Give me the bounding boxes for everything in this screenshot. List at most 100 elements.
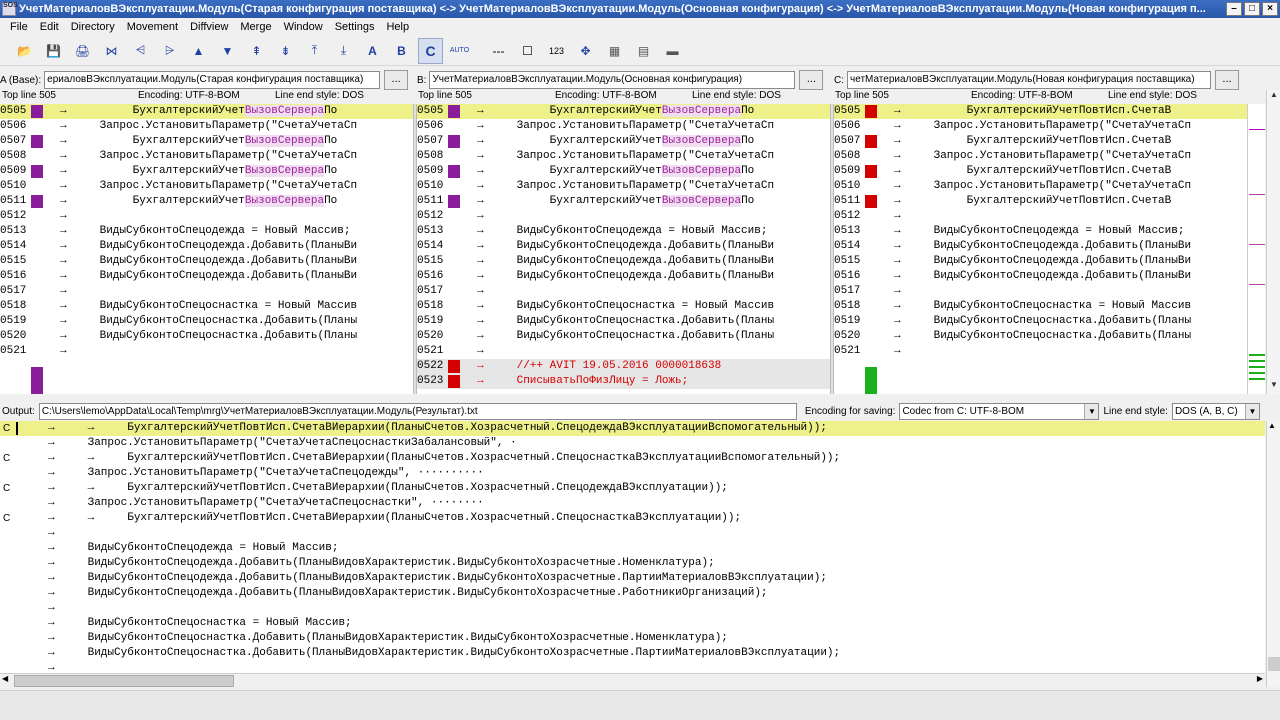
show-whitespace-chars-icon[interactable]: ☐ <box>515 38 540 64</box>
split-vertical-icon[interactable]: ▦ <box>602 38 627 64</box>
pane-a-editor[interactable]: 0505 → БухгалтерскийУчетВызовСервераПо 050… <box>0 104 413 394</box>
code-line: 0513 → ВидыСубконтоСпецодежда = Новый Мас… <box>0 224 413 239</box>
pane-a-line-end: Line end style: DOS <box>275 90 364 101</box>
pane-b-browse-button[interactable]: ... <box>799 70 824 90</box>
minimize-button[interactable]: – <box>1226 2 1242 16</box>
goto-prev-conflict-icon[interactable]: ▲ <box>186 38 211 64</box>
chevron-down-icon[interactable]: ▼ <box>1084 403 1099 419</box>
scroll-thumb[interactable] <box>1268 657 1280 671</box>
code-segment: → БухгалтерскийУчет <box>60 135 245 147</box>
code-text: → <box>477 284 484 299</box>
scroll-up-icon[interactable]: ▲ <box>1268 421 1276 430</box>
line-number: 0520 <box>417 330 444 342</box>
code-text: → Запрос.УстановитьПараметр("СчетаУчетаС… <box>477 149 774 164</box>
pane-c-editor[interactable]: 0505 → БухгалтерскийУчетПовтИсп.СчетаВ 050… <box>834 104 1247 394</box>
output-vertical-scrollbar[interactable]: ▲ <box>1266 421 1280 687</box>
choose-a-icon[interactable]: A <box>360 38 385 64</box>
menu-settings[interactable]: Settings <box>329 21 381 33</box>
encoding-select[interactable]: Codec from C: UTF-8-BOM ▼ <box>899 402 1100 420</box>
open-icon[interactable]: 📂 <box>12 38 37 64</box>
scroll-right-icon[interactable]: ▶ <box>1257 674 1263 683</box>
output-line: → <box>0 661 1265 673</box>
code-segment: → ВидыСубконтоСпецоснастка.Добавить(План… <box>477 330 775 342</box>
code-line: 0508 → Запрос.УстановитьПараметр("СчетаУч… <box>0 149 413 164</box>
goto-first-icon[interactable]: ⋈ <box>99 38 124 64</box>
menu-diffview[interactable]: Diffview <box>184 21 234 33</box>
chevron-down-icon[interactable]: ▼ <box>1244 403 1259 419</box>
menu-merge[interactable]: Merge <box>234 21 277 33</box>
output-line: → ВидыСубконтоСпецодежда.Добавить(ПланыВ… <box>0 586 1265 601</box>
output-path-input[interactable]: C:\Users\lemo\AppData\Local\Temp\mrg\Уче… <box>38 402 797 420</box>
pane-c-path-input[interactable]: четМатериаловВЭксплуатации.Модуль(Новая … <box>847 71 1211 89</box>
code-segment: → ВидыСубконтоСпецодежда.Добавить(ПланыВ… <box>477 240 775 252</box>
code-segment: → БухгалтерскийУчетПовтИсп.СчетаВ <box>894 135 1172 147</box>
code-segment: По <box>324 195 338 207</box>
menu-file[interactable]: File <box>4 21 34 33</box>
line-number: 0509 <box>417 165 444 177</box>
code-text: → ВидыСубконтоСпецодежда.Добавить(ПланыВ… <box>477 239 774 254</box>
menu-window[interactable]: Window <box>278 21 329 33</box>
pane-a-top-line: Top line 505 <box>2 90 56 101</box>
code-text: → ВидыСубконтоСпецоснастка.Добавить(План… <box>60 314 357 329</box>
line-end-select[interactable]: DOS (A, B, C) ▼ <box>1171 402 1260 420</box>
output-horizontal-scrollbar[interactable]: ◀ ▶ <box>0 673 1265 687</box>
code-line: 0507 → БухгалтерскийУчетПовтИсп.СчетаВ <box>834 134 1247 149</box>
goto-prev-delta-icon[interactable]: ⩤ <box>128 38 153 64</box>
menu-help[interactable]: Help <box>380 21 415 33</box>
panes-vertical-scrollbar[interactable]: ▲ ▼ <box>1266 90 1280 394</box>
goto-prev-unsolved-conflict-icon[interactable]: ⤒ <box>302 38 327 64</box>
word-wrap-icon[interactable]: ✥ <box>573 38 598 64</box>
code-segment: → ВидыСубконтоСпецодежда.Добавить(ПланыВ… <box>60 270 358 282</box>
output-line: C → → БухгалтерскийУчетПовтИсп.СчетаВИера… <box>0 481 1265 496</box>
maximize-button[interactable]: □ <box>1244 2 1260 16</box>
line-number: 0519 <box>417 315 444 327</box>
menu-movement[interactable]: Movement <box>121 21 184 33</box>
code-segment: По <box>741 105 755 117</box>
menu-directory[interactable]: Directory <box>65 21 121 33</box>
goto-next-unsolved-icon[interactable]: ⇟ <box>273 38 298 64</box>
split-horizontal-icon[interactable]: ▤ <box>631 38 656 64</box>
output-line: → ВидыСубконтоСпецодежда.Добавить(ПланыВ… <box>0 556 1265 571</box>
pane-a-path-input[interactable]: ериаловВЭксплуатации.Модуль(Старая конфи… <box>44 71 381 89</box>
title-bar: SOS УчетМатериаловВЭксплуатации.Модуль(С… <box>0 0 1280 18</box>
pane-b-header: B: УчетМатериаловВЭксплуатации.Модуль(Ос… <box>417 70 831 90</box>
code-text: → <box>60 284 67 299</box>
goto-prev-unsolved-icon[interactable]: ⇞ <box>244 38 269 64</box>
code-text: → БухгалтерскийУчетВызовСервераПо <box>60 164 337 179</box>
line-number: 0511 <box>834 195 861 207</box>
diff-overview-bar[interactable] <box>1247 104 1265 394</box>
scroll-thumb[interactable] <box>14 675 234 687</box>
line-number: 0516 <box>834 270 861 282</box>
choose-c-icon[interactable]: C <box>418 37 443 64</box>
goto-next-delta-icon[interactable]: ⩥ <box>157 38 182 64</box>
line-number: 0513 <box>0 225 27 237</box>
pane-b-editor[interactable]: 0505 → БухгалтерскийУчетВызовСервераПо 050… <box>417 104 830 394</box>
output-editor[interactable]: C → → БухгалтерскийУчетПовтИсп.СчетаВИера… <box>0 421 1265 673</box>
choose-b-icon[interactable]: B <box>389 38 414 64</box>
code-segment: → Запрос.УстановитьПараметр("СчетаУчетаС… <box>894 120 1192 132</box>
overview-icon[interactable]: ▬ <box>660 38 685 64</box>
goto-next-unsolved-conflict-icon[interactable]: ⤓ <box>331 38 356 64</box>
close-button[interactable]: × <box>1262 2 1278 16</box>
pane-c-browse-button[interactable]: ... <box>1215 70 1239 90</box>
line-number: 0514 <box>417 240 444 252</box>
code-segment: → Запрос.УстановитьПараметр("СчетаУчетаС… <box>894 180 1192 192</box>
pane-a-browse-button[interactable]: ... <box>384 70 409 90</box>
code-segment: → ВидыСубконтоСпецодежда = Новый Массив; <box>60 225 351 237</box>
pane-b-path-input[interactable]: УчетМатериаловВЭксплуатации.Модуль(Основ… <box>429 71 796 89</box>
scroll-up-icon[interactable]: ▲ <box>1268 90 1280 102</box>
code-highlight: ВызовСервера <box>661 195 742 207</box>
scroll-left-icon[interactable]: ◀ <box>2 674 8 683</box>
auto-advance-icon[interactable]: AUTO <box>447 38 472 64</box>
save-icon[interactable]: 💾 <box>41 38 66 64</box>
code-text: → ВидыСубконтоСпецодежда.Добавить(ПланыВ… <box>477 254 774 269</box>
show-whitespace-icon[interactable]: --- <box>486 38 511 64</box>
code-highlight: ВызовСервера <box>244 165 325 177</box>
line-number: 0516 <box>417 270 444 282</box>
goto-next-conflict-icon[interactable]: ▼ <box>215 38 240 64</box>
scroll-down-icon[interactable]: ▼ <box>1268 380 1280 392</box>
code-line: 0513 → ВидыСубконтоСпецодежда = Новый Мас… <box>417 224 830 239</box>
menu-edit[interactable]: Edit <box>34 21 65 33</box>
line-numbers-icon[interactable]: 123 <box>544 38 569 64</box>
print-icon[interactable]: 🖨 <box>70 38 95 64</box>
